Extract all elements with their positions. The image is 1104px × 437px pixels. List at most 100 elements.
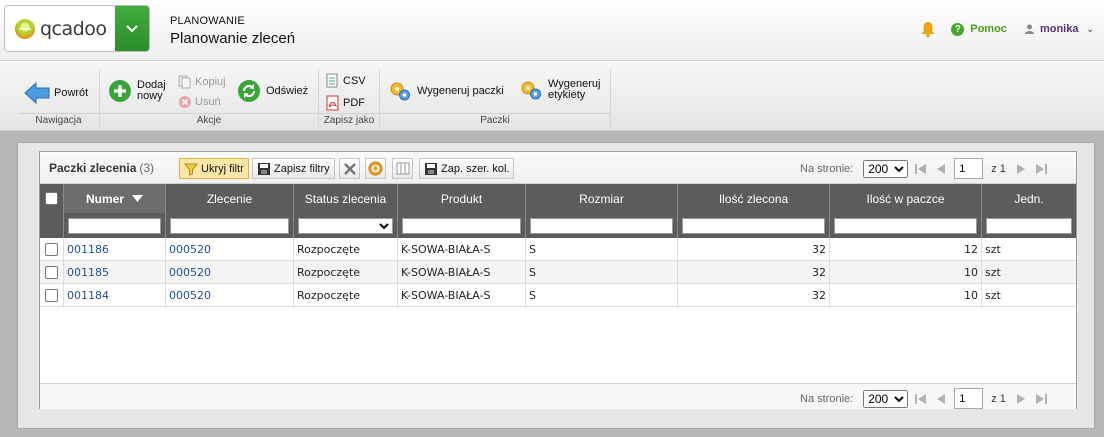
row-checkbox[interactable] (45, 242, 58, 256)
filter-spacer (40, 213, 64, 238)
back-button[interactable]: Powrót (24, 81, 88, 105)
first-page-icon[interactable] (914, 393, 928, 405)
row-package-qty: 12 (830, 238, 982, 260)
ribbon-group-label: Paczki (380, 113, 610, 127)
save-disk-icon (425, 162, 437, 175)
column-header-status[interactable]: Status zlecenia (294, 184, 398, 213)
per-page-select[interactable]: 200 (863, 389, 909, 408)
per-page-label: Na stronie: (800, 392, 854, 405)
column-header-numer[interactable]: Numer (64, 184, 166, 213)
user-menu-caret-icon[interactable]: ⌄ (1086, 24, 1094, 35)
row-size: S (526, 284, 678, 306)
table-row[interactable]: 001184 000520 Rozpoczęte K-SOWA-BIAŁA-S … (40, 284, 1076, 307)
column-header-produkt[interactable]: Produkt (398, 184, 526, 213)
select-all-checkbox[interactable] (45, 192, 58, 205)
plus-circle-icon (109, 80, 131, 102)
row-checkbox[interactable] (45, 288, 58, 302)
filter-input-ilosc-w-paczce[interactable] (834, 217, 977, 234)
export-csv-button[interactable]: CSV (325, 73, 366, 89)
first-page-icon[interactable] (914, 163, 928, 175)
refresh-button[interactable]: Odśwież (237, 79, 308, 103)
page-number-input[interactable] (954, 158, 984, 179)
row-ordered-qty: 32 (678, 284, 830, 306)
delete-icon (179, 96, 191, 108)
filter-input-zlecenie[interactable] (170, 217, 289, 234)
hide-filter-button[interactable]: Ukryj filtr (179, 158, 249, 179)
grid-toolbar: Paczki zlecenia (3) Ukryj filtr Zapisz fi… (40, 152, 1076, 184)
filter-ilosc-zlecona (678, 213, 830, 238)
filter-input-rozmiar[interactable] (530, 217, 673, 234)
ribbon-group-navigation: Powrót Nawigacja (18, 69, 100, 127)
help-link[interactable]: Pomoc (970, 23, 1007, 35)
export-pdf-button[interactable]: PDF (325, 95, 365, 111)
page-count: z 1 (991, 392, 1006, 405)
help-icon[interactable]: ? (951, 22, 965, 36)
ribbon-group-label: Zapisz jako (319, 113, 379, 127)
main-menu-dropdown-button[interactable] (115, 6, 149, 51)
row-order-link[interactable]: 000520 (169, 266, 211, 279)
grid-footer: Na stronie: 200 z 1 (40, 383, 1076, 409)
row-checkbox[interactable] (45, 265, 58, 279)
delete-button[interactable]: Usuń (178, 95, 221, 109)
reset-button[interactable] (365, 158, 386, 179)
row-size: S (526, 238, 678, 260)
app-logo[interactable]: qcadoo (4, 5, 150, 52)
row-unit: szt (985, 242, 1001, 256)
ribbon-group-label: Nawigacja (18, 113, 99, 127)
generate-packages-button[interactable]: Wygeneruj paczki (388, 80, 504, 102)
save-column-widths-button[interactable]: Zap. szer. kol. (419, 158, 515, 179)
row-number-link[interactable]: 001184 (67, 289, 109, 302)
filter-input-produkt[interactable] (402, 217, 521, 234)
column-header-ilosc-zlecona[interactable]: Ilość zlecona (678, 184, 830, 213)
per-page-label: Na stronie: (800, 162, 854, 175)
row-ordered-qty: 32 (678, 261, 830, 283)
save-filters-button[interactable]: Zapisz filtry (252, 158, 335, 179)
row-product: K-SOWA-BIAŁA-S (398, 238, 526, 260)
page-count: z 1 (991, 162, 1006, 175)
column-header-jedn[interactable]: Jedn. (982, 184, 1076, 213)
generate-labels-button[interactable]: Wygeneruj etykiety (519, 79, 600, 101)
row-order-link[interactable]: 000520 (169, 243, 211, 256)
row-package-qty: 10 (830, 261, 982, 283)
next-page-icon[interactable] (1014, 163, 1028, 175)
prev-page-icon[interactable] (934, 163, 948, 175)
filter-input-ilosc-zlecona[interactable] (682, 217, 825, 234)
filter-status (294, 213, 398, 238)
row-unit: szt (985, 265, 1001, 279)
prev-page-icon[interactable] (934, 393, 948, 405)
per-page-select[interactable]: 200 (863, 159, 909, 178)
last-page-icon[interactable] (1034, 393, 1048, 405)
column-header-zlecenie[interactable]: Zlecenie (166, 184, 294, 213)
columns-icon (396, 162, 409, 175)
row-order-link[interactable]: 000520 (169, 289, 211, 302)
columns-button[interactable] (392, 158, 413, 179)
content-area: Paczki zlecenia (3) Ukryj filtr Zapisz fi… (17, 142, 1095, 429)
copy-icon (178, 75, 191, 89)
select-all-cell (40, 184, 64, 213)
ribbon-toolbar: Powrót Nawigacja Dodaj nowy Kopiuj Usuń (0, 61, 1104, 131)
row-number-link[interactable]: 001185 (67, 266, 109, 279)
ribbon-group-packages: Wygeneruj paczki Wygeneruj etykiety Pacz… (380, 69, 611, 127)
bell-icon[interactable] (919, 20, 937, 38)
copy-button[interactable]: Kopiuj (178, 75, 226, 89)
csv-file-icon (326, 73, 338, 88)
filter-input-numer[interactable] (68, 217, 161, 234)
filter-input-jedn[interactable] (986, 217, 1072, 234)
user-menu[interactable]: monika (1040, 23, 1079, 35)
table-row[interactable]: 001185 000520 Rozpoczęte K-SOWA-BIAŁA-S … (40, 261, 1076, 284)
filter-rozmiar (526, 213, 678, 238)
filter-ilosc-w-paczce (830, 213, 982, 238)
column-header-ilosc-w-paczce[interactable]: Ilość w paczce (830, 184, 982, 213)
add-new-button[interactable]: Dodaj nowy (108, 79, 166, 103)
next-page-icon[interactable] (1014, 393, 1028, 405)
row-ordered-qty: 32 (678, 238, 830, 260)
row-status: Rozpoczęte (294, 238, 398, 260)
page-number-input[interactable] (954, 388, 984, 409)
pager-top: Na stronie: 200 z 1 (800, 158, 1048, 179)
filter-select-status[interactable] (298, 217, 393, 234)
row-number-link[interactable]: 001186 (67, 243, 109, 256)
clear-filters-button[interactable] (339, 158, 360, 179)
table-row[interactable]: 001186 000520 Rozpoczęte K-SOWA-BIAŁA-S … (40, 238, 1076, 261)
last-page-icon[interactable] (1034, 163, 1048, 175)
column-header-rozmiar[interactable]: Rozmiar (526, 184, 678, 213)
